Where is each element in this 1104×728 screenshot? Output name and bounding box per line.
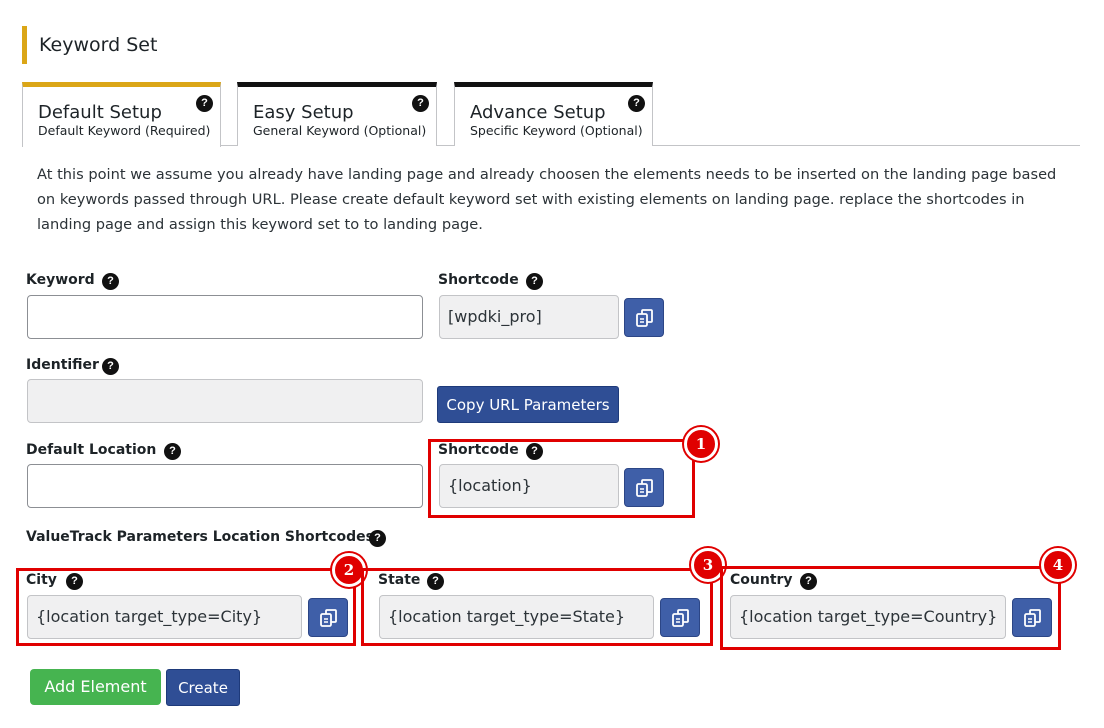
valuetrack-label: ValueTrack Parameters Location Shortcode… bbox=[26, 529, 374, 545]
help-icon[interactable]: ? bbox=[427, 573, 444, 590]
tab-title: Easy Setup bbox=[253, 102, 354, 123]
country-shortcode-field[interactable]: {location target_type=Country} bbox=[730, 595, 1006, 639]
copy-icon bbox=[672, 609, 689, 627]
default-location-label: Default Location bbox=[26, 442, 157, 458]
help-icon[interactable]: ? bbox=[628, 95, 645, 112]
help-icon[interactable]: ? bbox=[196, 95, 213, 112]
copy-city-shortcode-button[interactable] bbox=[308, 598, 348, 637]
tab-subtitle: General Keyword (Optional) bbox=[253, 123, 427, 138]
city-label: City bbox=[26, 572, 57, 588]
copy-state-shortcode-button[interactable] bbox=[660, 598, 700, 637]
state-label: State bbox=[378, 572, 421, 588]
copy-url-parameters-button[interactable]: Copy URL Parameters bbox=[437, 386, 619, 423]
tab-default-setup[interactable]: Default Setup Default Keyword (Required)… bbox=[22, 82, 221, 147]
tab-advance-setup[interactable]: Advance Setup Specific Keyword (Optional… bbox=[454, 82, 653, 146]
copy-country-shortcode-button[interactable] bbox=[1012, 598, 1052, 637]
page-title-bar: Keyword Set bbox=[22, 26, 157, 64]
identifier-input[interactable] bbox=[27, 379, 423, 423]
help-icon[interactable]: ? bbox=[369, 530, 386, 547]
help-icon[interactable]: ? bbox=[66, 573, 83, 590]
help-icon[interactable]: ? bbox=[526, 273, 543, 290]
page-title: Keyword Set bbox=[39, 34, 158, 56]
copy-icon bbox=[320, 609, 337, 627]
keyword-label: Keyword bbox=[26, 272, 95, 288]
annotation-badge-4: 4 bbox=[1041, 548, 1075, 582]
shortcode-label: Shortcode bbox=[438, 272, 519, 288]
identifier-label: Identifier bbox=[26, 357, 99, 373]
setup-description: At this point we assume you already have… bbox=[37, 166, 1057, 233]
keyword-input[interactable] bbox=[27, 295, 423, 339]
help-icon[interactable]: ? bbox=[102, 358, 119, 375]
annotation-badge-1: 1 bbox=[684, 427, 718, 461]
help-icon[interactable]: ? bbox=[164, 443, 181, 460]
state-shortcode-field[interactable]: {location target_type=State} bbox=[379, 595, 654, 639]
tab-subtitle: Specific Keyword (Optional) bbox=[470, 123, 643, 138]
create-button[interactable]: Create bbox=[166, 669, 240, 706]
help-icon[interactable]: ? bbox=[412, 95, 429, 112]
tab-title: Advance Setup bbox=[470, 102, 606, 123]
shortcode-field[interactable]: [wpdki_pro] bbox=[439, 295, 619, 339]
city-shortcode-field[interactable]: {location target_type=City} bbox=[27, 595, 302, 639]
default-location-input[interactable] bbox=[27, 464, 423, 508]
help-icon[interactable]: ? bbox=[800, 573, 817, 590]
highlight-box-1 bbox=[428, 439, 695, 518]
tab-subtitle: Default Keyword (Required) bbox=[38, 123, 211, 138]
country-label: Country bbox=[730, 572, 793, 588]
tab-easy-setup[interactable]: Easy Setup General Keyword (Optional) ? bbox=[237, 82, 437, 146]
copy-icon bbox=[1024, 609, 1041, 627]
tab-title: Default Setup bbox=[38, 102, 162, 123]
copy-shortcode-button[interactable] bbox=[624, 298, 664, 337]
add-element-button[interactable]: Add Element bbox=[30, 669, 161, 705]
help-icon[interactable]: ? bbox=[102, 273, 119, 290]
copy-icon bbox=[636, 309, 653, 327]
